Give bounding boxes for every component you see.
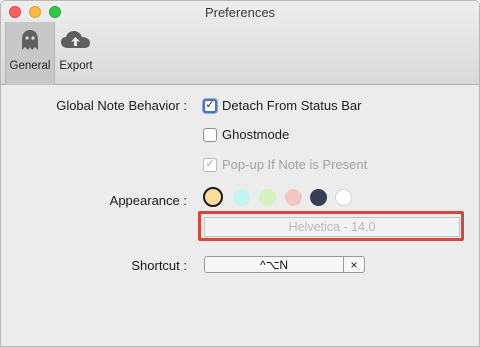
detach-option[interactable]: ✓ Detach From Status Bar — [203, 98, 361, 113]
popup-option: ✓ Pop-up If Note is Present — [203, 157, 367, 172]
color-swatch-pink[interactable] — [285, 189, 302, 206]
popup-checkbox: ✓ — [203, 157, 217, 172]
clear-shortcut-button[interactable]: × — [343, 256, 365, 273]
shortcut-recorder[interactable]: ^⌥N — [204, 256, 344, 273]
color-swatch-cyan[interactable] — [233, 189, 250, 206]
tab-general-label: General — [9, 60, 51, 72]
shortcut-label: Shortcut : — [131, 258, 187, 273]
font-field[interactable]: Helvetica - 14.0 — [204, 217, 460, 237]
color-swatch-yellow[interactable] — [203, 187, 223, 207]
appearance-label: Appearance : — [109, 193, 187, 208]
color-swatch-white[interactable] — [335, 189, 352, 206]
tab-export-label: Export — [59, 60, 93, 72]
tab-export[interactable]: Export — [56, 22, 96, 85]
title-bar: Preferences General Export — [1, 1, 479, 85]
ghost-icon — [22, 30, 38, 50]
ghostmode-option[interactable]: Ghostmode — [203, 127, 289, 142]
color-swatch-navy[interactable] — [310, 189, 327, 206]
tab-general[interactable]: General — [5, 22, 55, 85]
checkmark-icon: ✓ — [205, 158, 215, 170]
window-title: Preferences — [204, 5, 276, 20]
color-swatch-green[interactable] — [259, 189, 276, 206]
popup-label: Pop-up If Note is Present — [222, 157, 368, 172]
checkmark-icon: ✓ — [205, 99, 215, 111]
preferences-window: Preferences General Export Global Note B… — [0, 0, 480, 347]
detach-label: Detach From Status Bar — [222, 98, 362, 113]
detach-checkbox[interactable]: ✓ — [203, 98, 217, 113]
ghostmode-checkbox[interactable] — [203, 127, 217, 142]
global-note-behavior-label: Global Note Behavior : — [56, 98, 187, 113]
cloud-upload-icon — [61, 31, 90, 48]
ghostmode-label: Ghostmode — [222, 127, 290, 142]
